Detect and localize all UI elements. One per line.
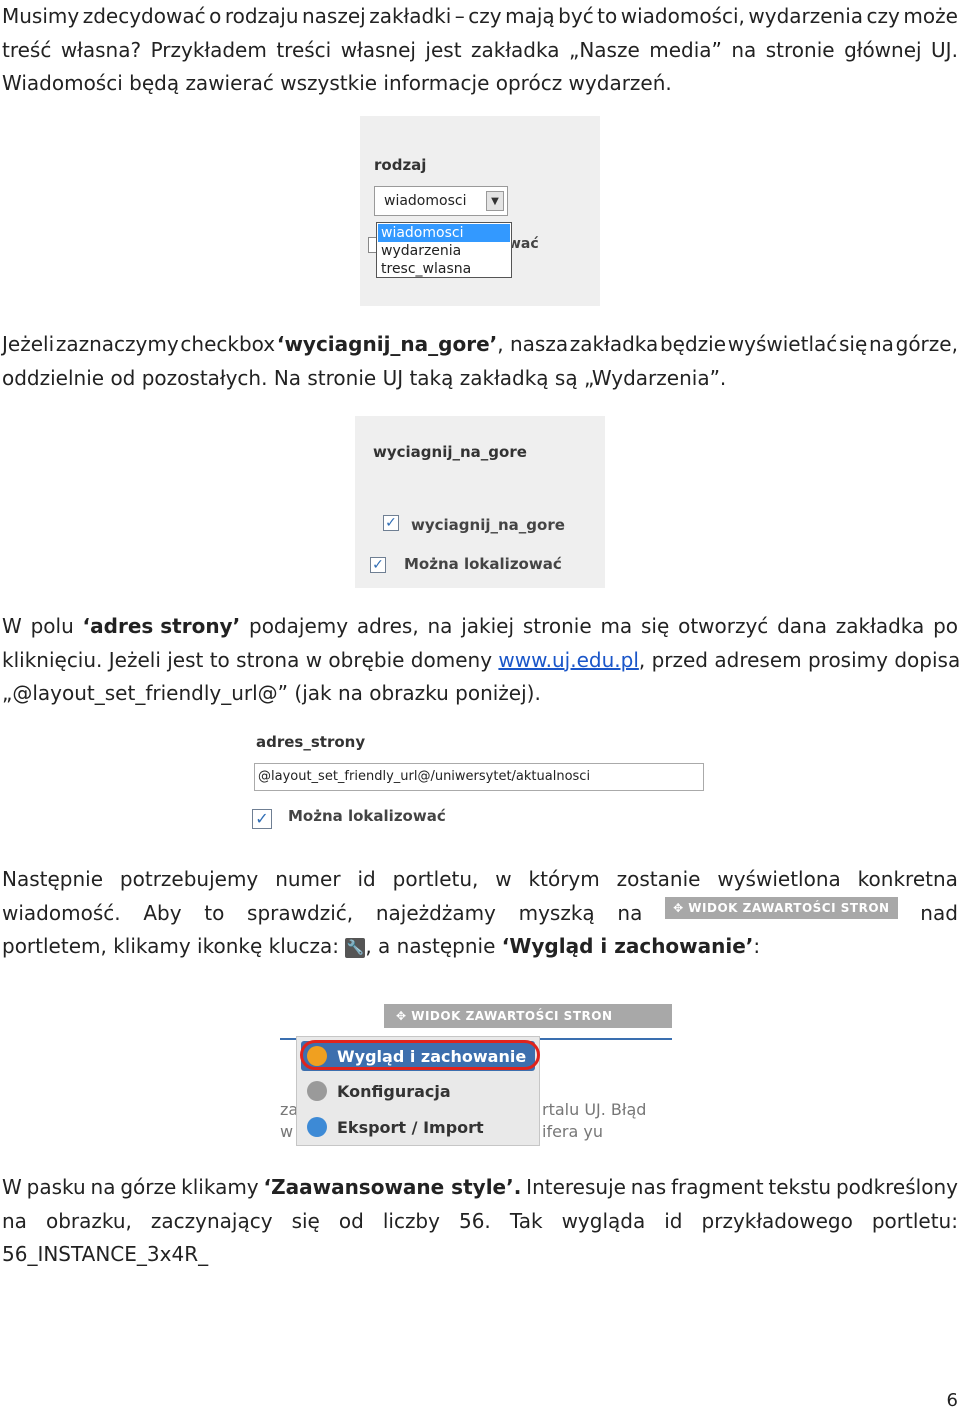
lokalizowac-checkbox[interactable]: ✓	[370, 557, 386, 573]
background-text: rtalu UJ. Błąd	[542, 1100, 647, 1119]
p1-line-3: Wiadomości będą zawierać wszystkie infor…	[2, 71, 672, 95]
wyciagnij-checkbox[interactable]: ✓	[383, 515, 399, 531]
p2-line-1: Jeżeli zaznaczymy checkbox ‘wyciagnij_na_go…	[2, 332, 958, 356]
adres-strony-term: ‘adres strony’	[82, 614, 241, 638]
chevron-down-icon[interactable]: ▼	[486, 191, 504, 211]
wrench-icon: 🔧	[345, 937, 366, 958]
zaawansowane-style-term: ‘Zaawansowane style’.	[263, 1175, 522, 1199]
p3-line-3: „@layout_set_friendly_url@” (jak na obra…	[2, 681, 541, 705]
background-text: ifera yu	[542, 1122, 603, 1141]
rodzaj-screenshot: rodzaj wać wiadomosci ▼ wiadomosci wydar…	[360, 116, 600, 306]
rodzaj-selected-value: wiadomosci	[384, 193, 467, 209]
page-number: 6	[946, 1390, 958, 1411]
p3-line-2: kliknięciu. Jeżeli jest to strona w obrę…	[2, 647, 960, 672]
rodzaj-dropdown-list: wiadomosci wydarzenia tresc_wlasna	[376, 222, 512, 278]
menu-item-eksport-import[interactable]: Eksport / Import	[307, 1117, 484, 1137]
gear-icon	[307, 1081, 327, 1101]
portlet-menu-screenshot: ✥ WIDOK ZAWARTOŚCI STRON za w rtalu UJ. …	[280, 1004, 672, 1146]
lokalizowac-checkbox[interactable]: ✓	[252, 809, 272, 829]
p4-line-2: wiadomość. Aby to sprawdzić, najeżdżamy myszk…	[2, 896, 958, 931]
p2-line-2: oddzielnie od pozostałych. Na stronie UJ…	[2, 365, 727, 390]
p4-line-3: portletem, klikamy ikonkę klucza: 🔧, a n…	[2, 934, 761, 958]
wyciagnij-screenshot: wyciagnij_na_gore ✓ wyciagnij_na_gore ✓ …	[355, 416, 605, 588]
adres-strony-label: adres_strony	[256, 733, 366, 751]
uj-domain-link[interactable]: www.uj.edu.pl	[498, 648, 638, 672]
widok-zawartosci-bar: ✥ WIDOK ZAWARTOŚCI STRON	[665, 896, 898, 919]
p3-line-1: Wpolu ‘adres strony’ podajemy adres, na jakie…	[2, 610, 958, 644]
p4-line-1: Następnie potrzebujemy numer id portletu, w kt…	[2, 867, 958, 891]
wyciagnij-term: ‘wyciagnij_na_gore’	[276, 332, 498, 356]
wyciagnij-label: wyciagnij_na_gore	[373, 443, 527, 461]
p5-line-1: Wpasku na górze klikamy ‘Zaawansowane style’…	[2, 1171, 958, 1205]
rodzaj-select[interactable]: wiadomosci ▼	[374, 186, 508, 216]
rodzaj-label: rodzaj	[374, 156, 427, 174]
adres-strony-screenshot: adres_strony @layout_set_friendly_url@/u…	[248, 727, 712, 835]
option-wiadomosci[interactable]: wiadomosci	[378, 224, 510, 242]
p5-line-3: 56_INSTANCE_3x4R_	[2, 1242, 209, 1266]
red-highlight-outline	[300, 1040, 540, 1070]
paragraph-1: Musimy zdecydować o rodzaju naszej zakładki – c…	[2, 0, 958, 101]
paragraph-2: Jeżeli zaznaczymy checkbox ‘wyciagnij_na_go…	[2, 328, 958, 395]
menu-item-konfiguracja[interactable]: Konfiguracja	[307, 1081, 451, 1101]
paragraph-4: Następnie potrzebujemy numer id portletu, w kt…	[2, 863, 958, 964]
paragraph-5: Wpasku na górze klikamy ‘Zaawansowane style’…	[2, 1171, 958, 1272]
option-tresc-wlasna[interactable]: tresc_wlasna	[378, 260, 510, 278]
obscured-label-text: wać	[508, 236, 539, 252]
lokalizowac-checkbox-label: Można lokalizować	[288, 807, 446, 825]
p1-line-2: treść własna? Przykładem treści własnej jest z…	[2, 37, 958, 62]
background-text: w	[280, 1122, 294, 1141]
widok-zawartosci-bar[interactable]: ✥ WIDOK ZAWARTOŚCI STRON	[384, 1004, 672, 1028]
p5-line-2: na obrazku, zaczynający się od liczby 56. Tak wy…	[2, 1208, 958, 1233]
adres-strony-input[interactable]: @layout_set_friendly_url@/uniwersytet/ak…	[254, 763, 704, 791]
wyciagnij-checkbox-label: wyciagnij_na_gore	[411, 516, 565, 534]
p1-line-1: Musimy zdecydować o rodzaju naszej zakładki – c…	[2, 4, 958, 28]
globe-icon	[307, 1117, 327, 1137]
option-wydarzenia[interactable]: wydarzenia	[378, 242, 510, 260]
wyglad-term: ‘Wygląd i zachowanie’	[501, 934, 754, 958]
lokalizowac-checkbox-label: Można lokalizować	[404, 555, 562, 573]
paragraph-3: Wpolu ‘adres strony’ podajemy adres, na jakie…	[2, 610, 960, 711]
